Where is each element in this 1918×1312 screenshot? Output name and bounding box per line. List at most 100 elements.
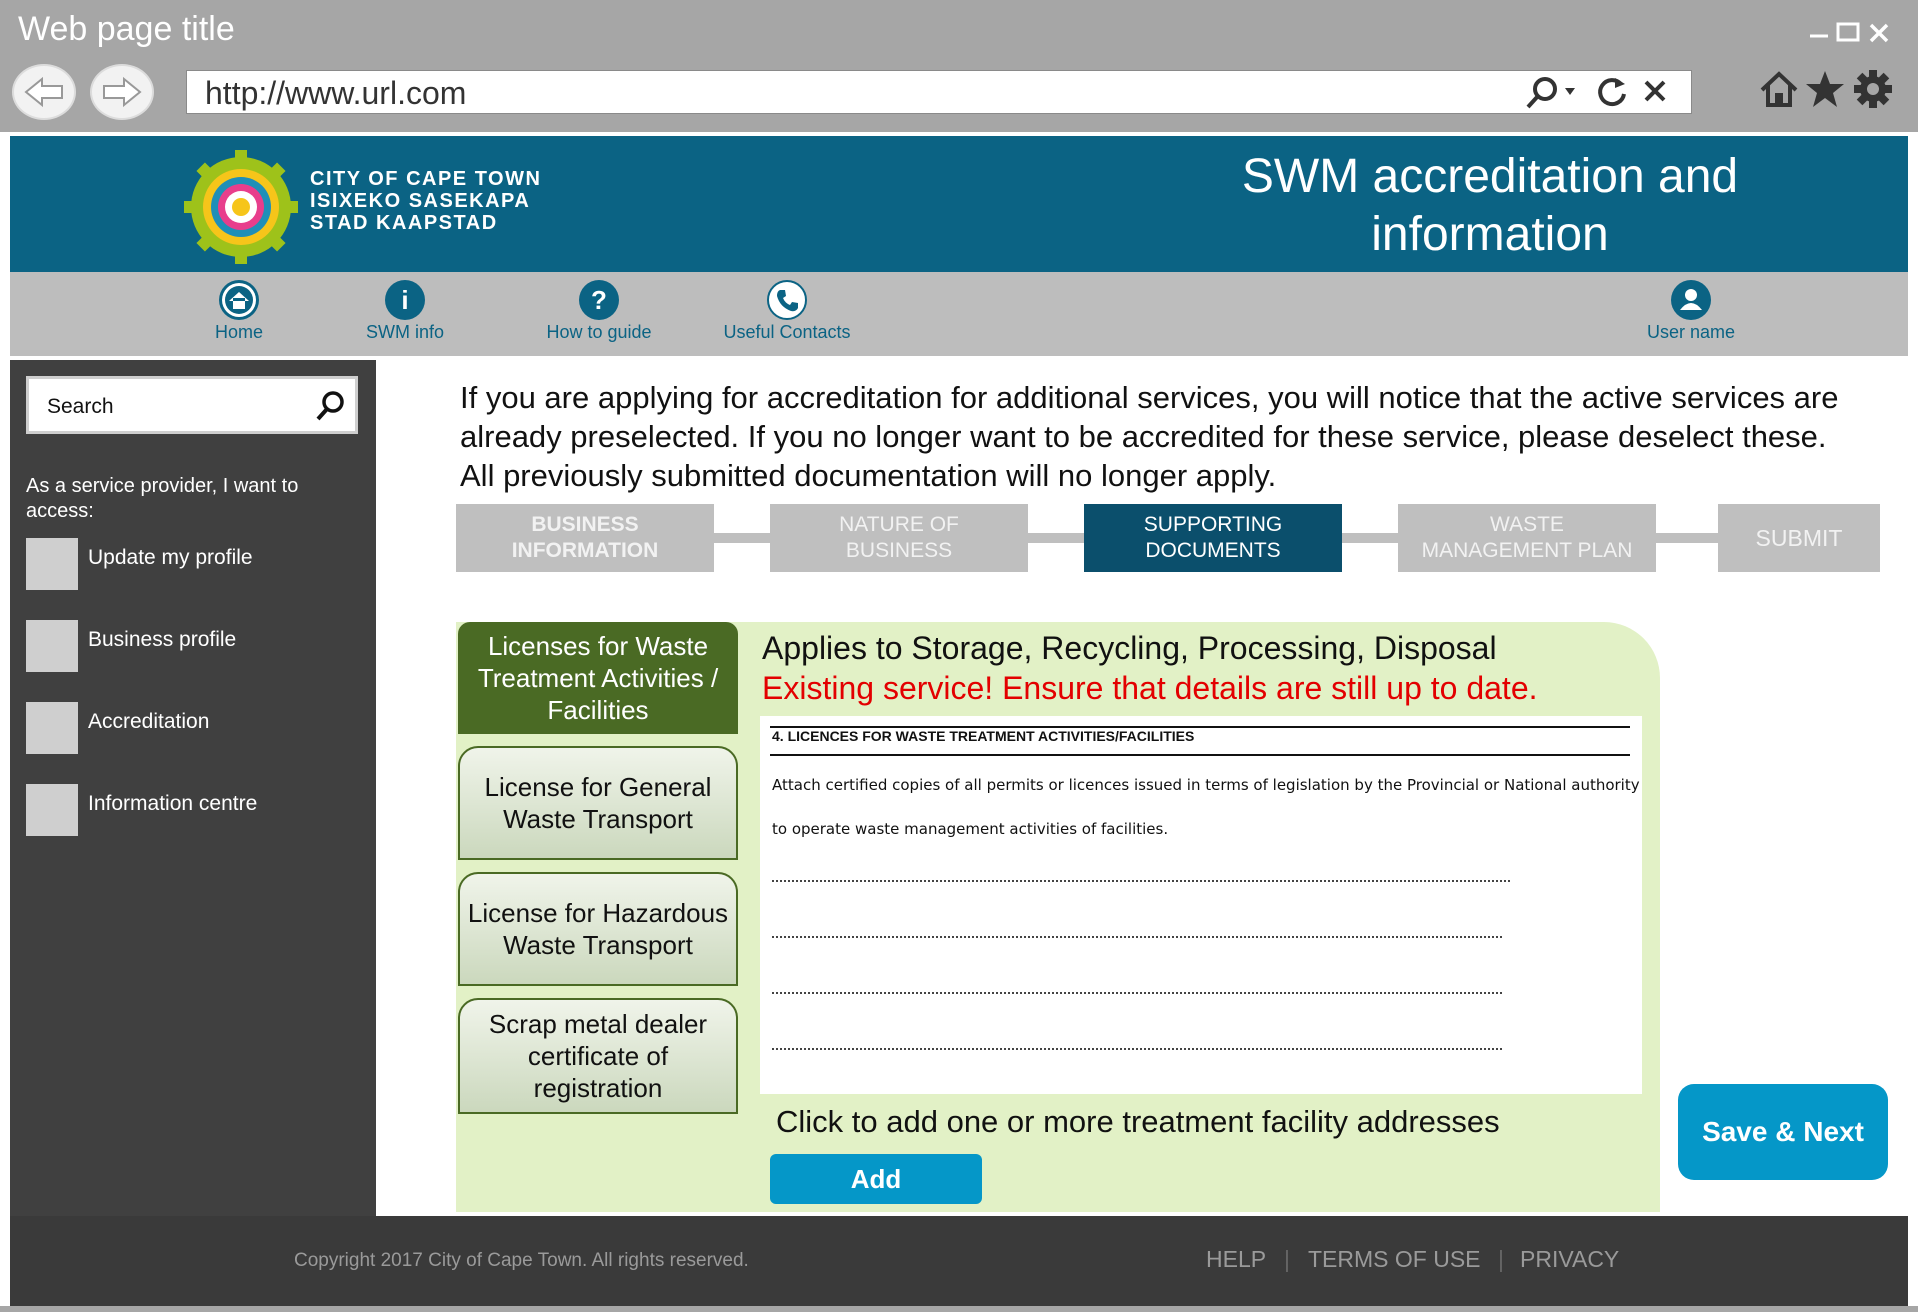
tab-waste-treatment-licenses[interactable]: Licenses for Waste Treatment Activities …: [458, 622, 738, 734]
step-connector: [1028, 533, 1084, 543]
save-next-button[interactable]: Save & Next: [1678, 1084, 1888, 1180]
step-label-line-2: INFORMATION: [511, 539, 659, 562]
footer-link-help[interactable]: HELP: [1206, 1246, 1266, 1273]
search-placeholder: Search: [47, 395, 114, 418]
sidebar-item-update-profile[interactable]: Update my profile: [26, 538, 366, 590]
minimize-button[interactable]: [1808, 14, 1830, 48]
step-nature-of-business[interactable]: NATURE OF BUSINESS: [770, 504, 1028, 572]
step-waste-management-plan[interactable]: WASTE MANAGEMENT PLAN: [1398, 504, 1656, 572]
brand-line-2: ISIXEKO SASEKAPA: [310, 190, 531, 212]
step-business-information[interactable]: BUSINESS INFORMATION: [456, 504, 714, 572]
close-window-button[interactable]: [1868, 18, 1890, 52]
address-bar[interactable]: http://www.url.com: [186, 70, 1692, 114]
nav-label-how-to-guide: How to guide: [546, 322, 652, 342]
document-heading: 4. LICENCES FOR WASTE TREATMENT ACTIVITI…: [772, 728, 1195, 744]
refresh-icon[interactable]: [1593, 74, 1631, 117]
copyright-text: Copyright 2017 City of Cape Town. All ri…: [294, 1250, 749, 1271]
doc-rule-bottom: [770, 754, 1630, 756]
step-label-line-1: NATURE OF: [839, 513, 959, 536]
favorites-star-icon[interactable]: [1804, 68, 1846, 115]
nav-item-swm-info[interactable]: i SWM info: [320, 276, 490, 343]
nav-label-swm-info: SWM info: [365, 322, 444, 342]
tab-label-line-1: License for General: [484, 772, 712, 802]
footer-divider: |: [1284, 1246, 1290, 1272]
step-connector: [1656, 533, 1718, 543]
add-address-instruction: Click to add one or more treatment facil…: [776, 1104, 1500, 1139]
site-footer: Copyright 2017 City of Cape Town. All ri…: [10, 1216, 1908, 1306]
document-preview: 4. LICENCES FOR WASTE TREATMENT ACTIVITI…: [760, 716, 1642, 1094]
main-nav: Home i SWM info ? How to guide Useful Co…: [10, 272, 1908, 356]
sidebar-item-label: Update my profile: [88, 546, 253, 569]
add-button[interactable]: Add: [770, 1154, 982, 1204]
update-profile-icon: [26, 538, 78, 590]
sidebar-item-accreditation[interactable]: Accreditation: [26, 702, 366, 754]
back-button[interactable]: [12, 64, 76, 120]
sidebar-intro-text: As a service provider, I want to access:: [26, 475, 299, 522]
supporting-documents-panel: Licenses for Waste Treatment Activities …: [456, 622, 1660, 1212]
window-bottom-border: [0, 1306, 1918, 1312]
arrow-left-icon: [24, 76, 63, 108]
existing-service-warning: Existing service! Ensure that details ar…: [762, 670, 1538, 706]
information-centre-icon: [26, 784, 78, 836]
stop-icon[interactable]: [1641, 77, 1671, 112]
step-label-line-2: BUSINESS: [845, 539, 953, 562]
nav-item-how-to-guide[interactable]: ? How to guide: [514, 276, 684, 343]
document-line-2: to operate waste management activities o…: [772, 820, 1169, 838]
tab-label-line-2: Waste Transport: [503, 804, 693, 834]
accreditation-icon: [26, 702, 78, 754]
tab-label-line-1: Scrap metal dealer: [488, 1009, 708, 1039]
tab-label-line-3: registration: [533, 1073, 663, 1103]
nav-label-useful-contacts: Useful Contacts: [723, 322, 851, 342]
tab-general-waste-transport[interactable]: License for General Waste Transport: [458, 746, 738, 860]
brand-line-3: STAD KAAPSTAD: [310, 212, 498, 234]
city-brand-text: CITY OF CAPE TOWN ISIXEKO SASEKAPA STAD …: [310, 168, 541, 234]
browser-chrome: Web page title http://www.url.com: [0, 0, 1918, 132]
search-icon[interactable]: [313, 389, 347, 428]
step-label-line-1: BUSINESS: [531, 513, 639, 536]
settings-gear-icon[interactable]: [1852, 68, 1894, 115]
site-title-line-1: SWM accreditation and: [1241, 150, 1739, 203]
url-text: http://www.url.com: [205, 75, 467, 111]
nav-item-useful-contacts[interactable]: Useful Contacts: [702, 276, 872, 343]
site-title: SWM accreditation and information: [1190, 148, 1790, 264]
sidebar-item-label: Accreditation: [88, 710, 210, 733]
home-page-icon[interactable]: [1758, 68, 1800, 115]
document-blank-line: [772, 1048, 1502, 1050]
tab-label-line-2: Waste Transport: [503, 930, 693, 960]
tab-label-line-1: License for Hazardous: [467, 898, 729, 928]
tab-scrap-metal-certificate[interactable]: Scrap metal dealer certificate of regist…: [458, 998, 738, 1114]
brand-line-1: CITY OF CAPE TOWN: [310, 168, 542, 190]
footer-link-privacy[interactable]: PRIVACY: [1520, 1246, 1619, 1273]
document-blank-line: [772, 936, 1502, 938]
step-label-line-1: WASTE: [1490, 513, 1564, 536]
nav-label-home: Home: [214, 322, 263, 342]
forward-button[interactable]: [90, 64, 154, 120]
sidebar-item-information-centre[interactable]: Information centre: [26, 784, 366, 836]
applies-to-text: Applies to Storage, Recycling, Processin…: [762, 630, 1497, 666]
sidebar-item-label: Information centre: [88, 792, 258, 815]
step-label-line-2: MANAGEMENT PLAN: [1421, 539, 1633, 562]
step-submit[interactable]: SUBMIT: [1718, 504, 1880, 572]
step-label-line-2: DOCUMENTS: [1145, 539, 1281, 562]
user-name-label: User name: [1646, 322, 1736, 342]
maximize-button[interactable]: [1836, 18, 1860, 52]
search-input[interactable]: Search: [26, 376, 358, 434]
sidebar-item-business-profile[interactable]: Business profile: [26, 620, 366, 672]
tab-label-line-2: certificate of: [527, 1041, 669, 1071]
tab-hazardous-waste-transport[interactable]: License for Hazardous Waste Transport: [458, 872, 738, 986]
step-label-line-1: SUBMIT: [1755, 525, 1843, 551]
tab-label-line-3: Facilities: [547, 695, 649, 725]
step-connector: [1342, 533, 1398, 543]
step-label-line-1: SUPPORTING: [1143, 513, 1283, 536]
user-menu[interactable]: User name: [1606, 276, 1776, 343]
info-icon: i: [385, 280, 425, 320]
step-supporting-documents[interactable]: SUPPORTING DOCUMENTS: [1084, 504, 1342, 572]
search-dropdown-icon[interactable]: [1521, 74, 1585, 117]
nav-item-home[interactable]: Home: [154, 276, 324, 343]
user-avatar-icon: [1671, 280, 1711, 320]
footer-link-terms[interactable]: TERMS OF USE: [1308, 1246, 1481, 1273]
window-title: Web page title: [18, 10, 235, 48]
intro-paragraph: If you are applying for accreditation fo…: [460, 380, 1839, 493]
document-line-1: Attach certified copies of all permits o…: [772, 776, 1640, 794]
sidebar: Search As a service provider, I want to …: [10, 360, 376, 1216]
